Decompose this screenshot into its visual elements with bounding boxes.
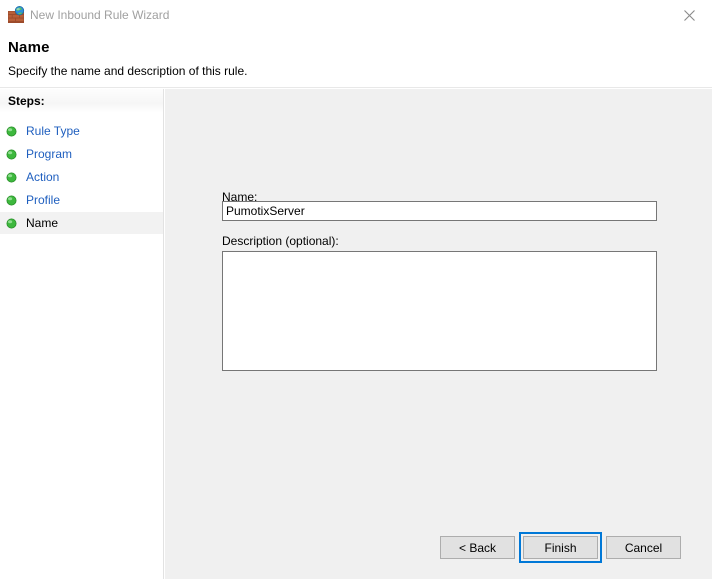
wizard-window: New Inbound Rule Wizard Name Specify the…: [0, 0, 712, 579]
sidebar-item-profile[interactable]: Profile: [0, 189, 163, 211]
steps-list: Rule Type Program Action Profile Name: [0, 120, 163, 234]
green-bullet-icon: [6, 172, 17, 183]
steps-sidebar: Steps: Rule Type Program Action Profile …: [0, 89, 164, 579]
green-bullet-icon: [6, 195, 17, 206]
sidebar-item-rule-type[interactable]: Rule Type: [0, 120, 163, 142]
back-button[interactable]: < Back: [440, 536, 515, 559]
sidebar-item-label: Name: [26, 216, 59, 230]
firewall-globe-icon: [7, 6, 25, 24]
description-textarea[interactable]: [222, 251, 657, 371]
name-input[interactable]: [222, 201, 657, 221]
window-title: New Inbound Rule Wizard: [30, 8, 170, 22]
page-subtitle: Specify the name and description of this…: [8, 64, 248, 78]
sidebar-item-label: Action: [26, 170, 60, 184]
close-button[interactable]: [666, 0, 712, 30]
sidebar-item-label: Profile: [26, 193, 61, 207]
green-bullet-icon: [6, 218, 17, 229]
steps-heading: Steps:: [8, 94, 45, 108]
sidebar-item-program[interactable]: Program: [0, 143, 163, 165]
green-bullet-icon: [6, 149, 17, 160]
sidebar-item-name[interactable]: Name: [0, 212, 163, 234]
sidebar-item-label: Program: [26, 147, 73, 161]
sidebar-item-label: Rule Type: [26, 124, 80, 138]
description-field-label: Description (optional):: [222, 234, 339, 248]
cancel-button[interactable]: Cancel: [606, 536, 681, 559]
title-bar: New Inbound Rule Wizard: [0, 0, 712, 31]
page-header: Name Specify the name and description of…: [0, 31, 712, 88]
close-icon: [683, 9, 695, 21]
page-title: Name: [8, 39, 50, 56]
green-bullet-icon: [6, 126, 17, 137]
sidebar-item-action[interactable]: Action: [0, 166, 163, 188]
content-panel: Name: Description (optional): < Back Fin…: [165, 89, 712, 579]
finish-button[interactable]: Finish: [523, 536, 598, 559]
